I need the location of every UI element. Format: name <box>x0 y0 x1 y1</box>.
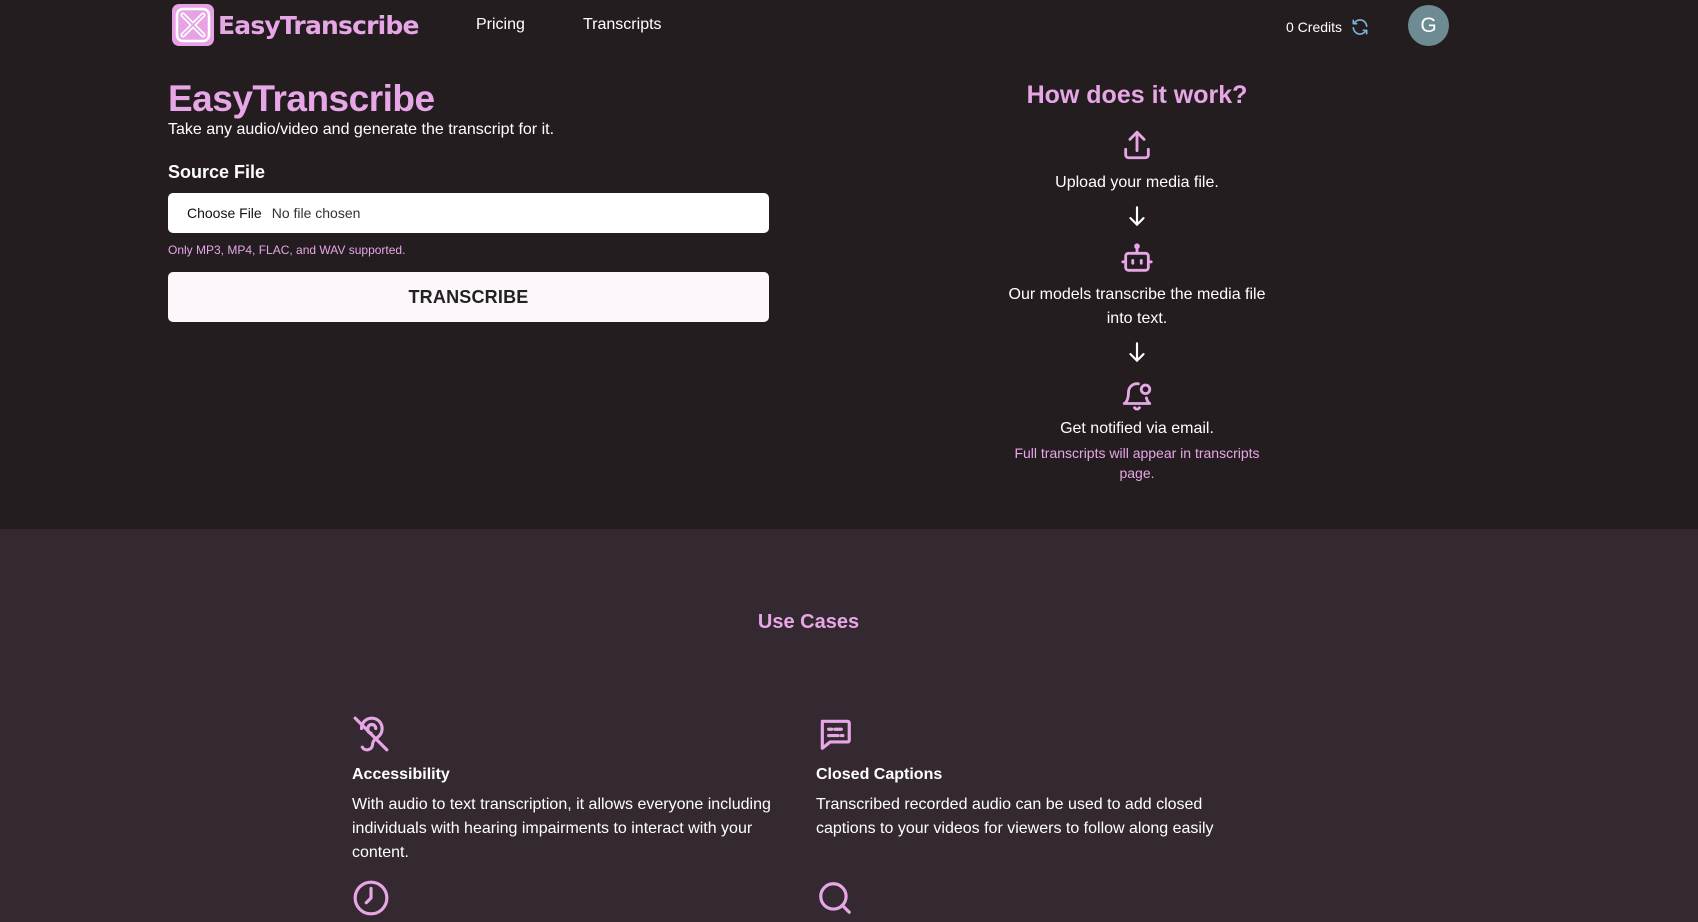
credits-count: 0 Credits <box>1286 19 1343 35</box>
use-case-desc: With audio to text transcription, it all… <box>352 796 771 861</box>
use-cases-section: Use Cases Accessibility With audio to te… <box>0 529 1698 922</box>
transcribe-button[interactable]: TRANSCRIBE <box>168 272 769 322</box>
choose-file-button[interactable]: Choose File <box>187 205 262 221</box>
transcribe-form: EasyTranscribe Take any audio/video and … <box>168 78 770 322</box>
supported-formats-hint: Only MP3, MP4, FLAC, and WAV supported. <box>168 243 406 257</box>
use-case-time <box>352 879 792 922</box>
source-file-label: Source File <box>168 162 266 182</box>
step-upload-text: Upload your media file. <box>1055 174 1219 191</box>
use-case-closed-captions: Closed Captions Transcribed recorded aud… <box>816 715 1256 841</box>
upload-icon <box>1000 128 1274 167</box>
step-notify-note: Full transcripts will appear in transcri… <box>1014 445 1260 481</box>
page-subtitle: Take any audio/video and generate the tr… <box>168 121 555 138</box>
arrow-down-icon <box>1000 203 1274 234</box>
clock-icon <box>352 880 390 921</box>
use-case-search <box>816 879 1256 922</box>
how-it-works: How does it work? Upload your media file… <box>1000 78 1274 483</box>
use-case-name: Closed Captions <box>816 766 943 783</box>
top-nav: EasyTranscribe Pricing Transcripts 0 Cre… <box>0 0 1698 54</box>
brand-name: EasyTranscribe <box>218 10 419 40</box>
refresh-icon[interactable] <box>1350 17 1370 37</box>
ear-off-icon <box>352 716 390 757</box>
bell-notification-icon <box>1000 378 1274 417</box>
use-case-accessibility: Accessibility With audio to text transcr… <box>352 715 792 865</box>
step-notify-text: Get notified via email. <box>1060 420 1214 437</box>
arrow-down-icon <box>1000 339 1274 370</box>
use-case-desc: Transcribed recorded audio can be used t… <box>816 796 1214 837</box>
search-icon <box>816 882 854 921</box>
file-status: No file chosen <box>271 205 361 221</box>
avatar[interactable]: G <box>1408 5 1449 46</box>
nav-link-pricing[interactable]: Pricing <box>476 16 525 34</box>
how-it-works-title: How does it work? <box>1026 81 1248 109</box>
page-title: EasyTranscribe <box>168 78 435 119</box>
file-input[interactable]: Choose File No file chosen <box>168 193 769 233</box>
nav-link-transcripts[interactable]: Transcripts <box>583 16 662 34</box>
logo-icon <box>172 4 214 46</box>
use-cases-title: Use Cases <box>757 611 860 633</box>
brand-logo-link[interactable]: EasyTranscribe <box>172 4 419 46</box>
message-text-icon <box>816 719 854 757</box>
step-transcribe-text: Our models transcribe the media file int… <box>1008 286 1266 327</box>
robot-icon <box>1000 242 1274 281</box>
credits-display: 0 Credits <box>1286 17 1370 37</box>
use-case-name: Accessibility <box>352 766 450 783</box>
avatar-initial: G <box>1420 13 1437 37</box>
